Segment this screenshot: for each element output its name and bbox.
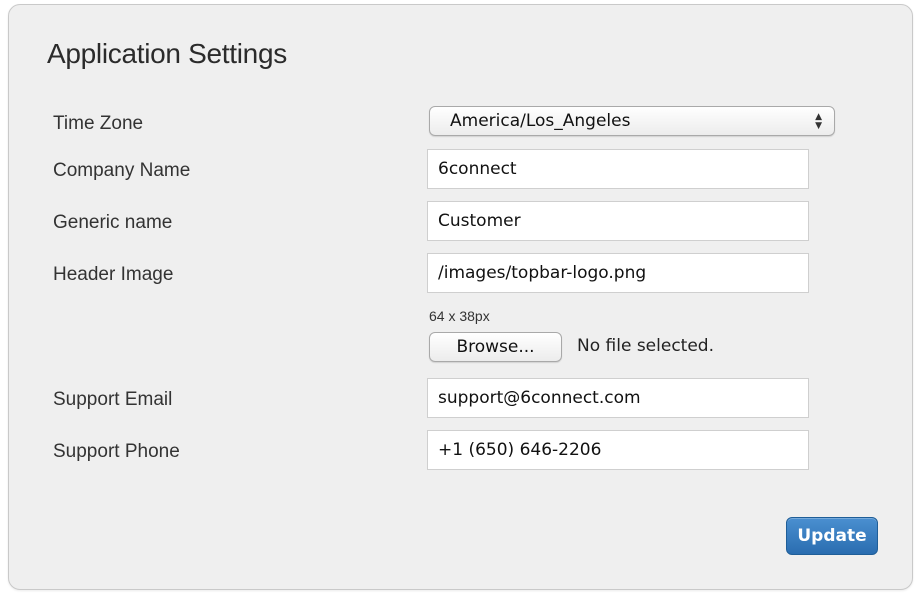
support-email-label: Support Email <box>53 389 173 410</box>
settings-panel: Application Settings Time Zone America/L… <box>8 4 913 590</box>
browse-button[interactable]: Browse... <box>429 332 562 362</box>
support-email-input[interactable]: support@6connect.com <box>427 378 809 418</box>
time-zone-select[interactable]: America/Los_Angeles ▲ ▼ <box>429 106 835 136</box>
page-title: Application Settings <box>47 38 287 69</box>
support-phone-input[interactable]: +1 (650) 646-2206 <box>427 430 809 470</box>
header-image-label: Header Image <box>53 264 174 285</box>
time-zone-label: Time Zone <box>53 113 144 134</box>
company-name-input[interactable]: 6connect <box>427 149 809 189</box>
header-image-input[interactable]: /images/topbar-logo.png <box>427 253 809 293</box>
support-phone-label: Support Phone <box>53 441 180 462</box>
update-button[interactable]: Update <box>786 517 878 555</box>
generic-name-label: Generic name <box>53 212 173 233</box>
company-name-label: Company Name <box>53 160 191 181</box>
generic-name-input[interactable]: Customer <box>427 201 809 241</box>
updown-arrows-icon: ▲ ▼ <box>815 111 822 131</box>
file-status-text: No file selected. <box>577 336 714 356</box>
header-image-size-hint: 64 x 38px <box>429 308 490 324</box>
time-zone-selected-value: America/Los_Angeles <box>450 111 631 131</box>
